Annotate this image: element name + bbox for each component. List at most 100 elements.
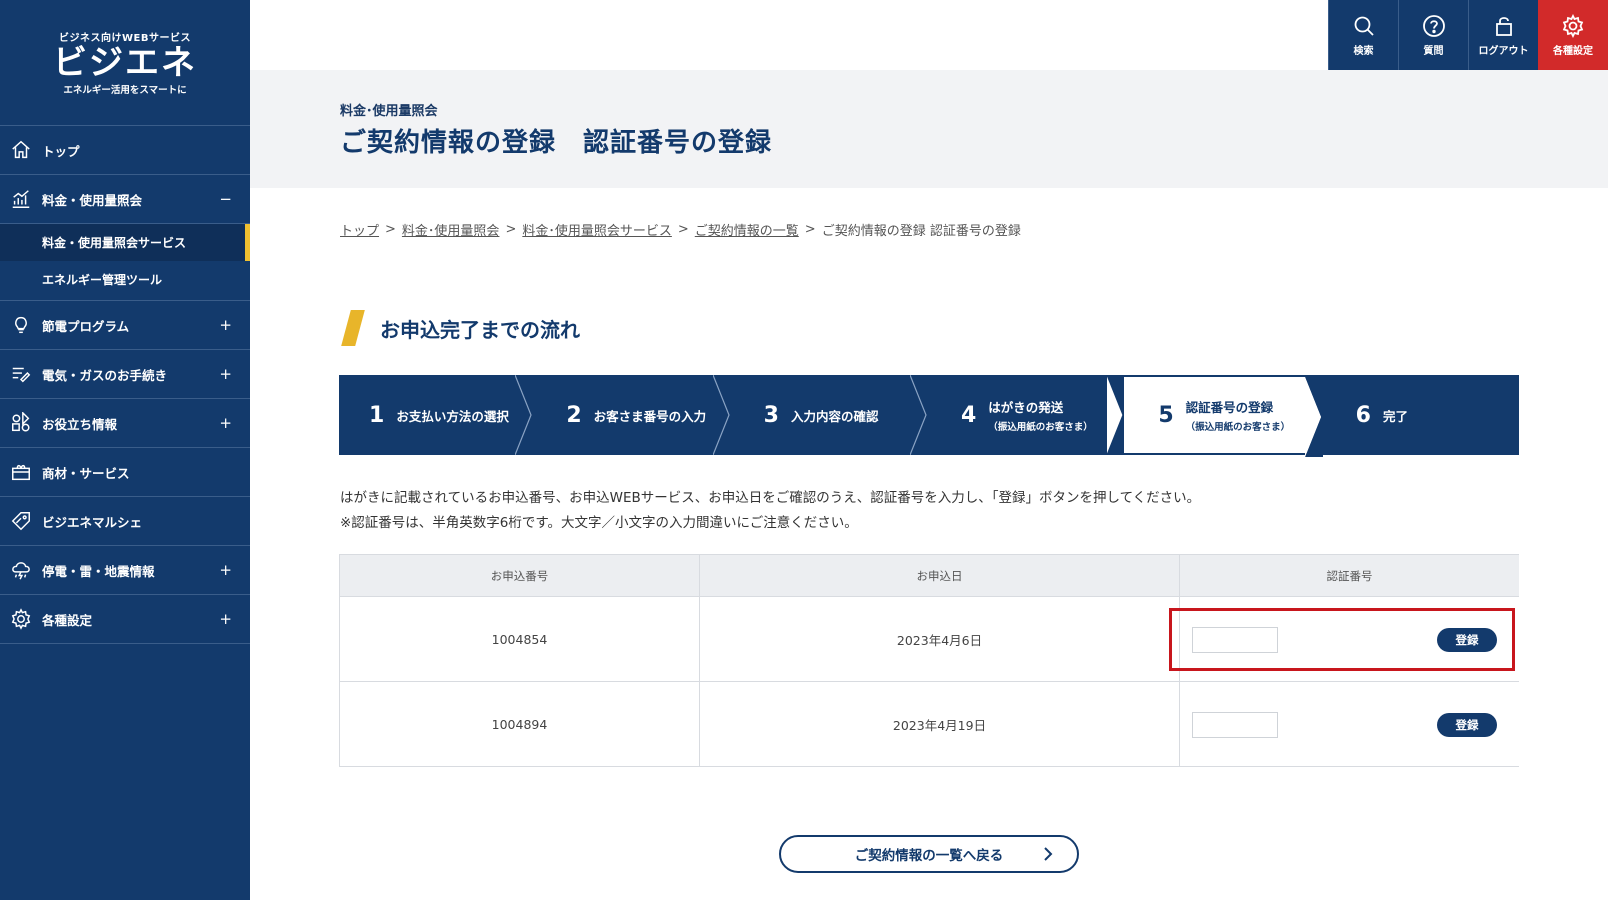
breadcrumb-separator: > — [804, 222, 816, 237]
expand-icon[interactable]: + — [219, 414, 232, 432]
logout-button-label: ログアウト — [1478, 45, 1529, 57]
page-header: 料金･使用量照会 ご契約情報の登録 認証番号の登録 — [250, 70, 1608, 188]
breadcrumb-link-top[interactable]: トップ — [340, 220, 379, 239]
breadcrumb-current: ご契約情報の登録 認証番号の登録 — [821, 224, 1021, 239]
logo-tagline-top: ビジネス向けWEBサービス — [59, 33, 191, 44]
step-label: 認証番号の登録 — [1185, 400, 1274, 415]
sidebar-subgroup-billing: 料金・使用量照会サービス エネルギー管理ツール — [0, 224, 250, 301]
auth-code-input[interactable] — [1192, 712, 1278, 738]
column-header-date: お申込日 — [699, 554, 1180, 597]
logout-button[interactable]: ログアウト — [1468, 0, 1538, 70]
section-heading: お申込完了までの流れ — [340, 310, 580, 346]
step-number: 4 — [960, 402, 977, 428]
sidebar-item-billing[interactable]: 料金・使用量照会 − — [0, 175, 250, 224]
instructions-line-2: ※認証番号は、半角英数字6桁です。大文字／小文字の入力間違いにご注意ください。 — [340, 515, 858, 531]
lock-icon — [1495, 16, 1512, 36]
step-number: 2 — [566, 402, 582, 428]
instructions: はがきに記載されているお申込番号、お申込WEBサービス、お申込日をご確認のうえ、… — [340, 486, 1200, 536]
column-header-auth: 認証番号 — [1179, 554, 1519, 597]
instructions-line-1: はがきに記載されているお申込番号、お申込WEBサービス、お申込日をご確認のうえ、… — [340, 490, 1201, 506]
step-number: 6 — [1355, 402, 1371, 428]
breadcrumb-link-contract-list[interactable]: ご契約情報の一覧 — [695, 220, 799, 239]
page-subtitle: 料金･使用量照会 — [340, 104, 438, 119]
search-button-label: 検索 — [1353, 45, 1374, 57]
step-divider — [1304, 377, 1323, 457]
grid-icon — [10, 412, 32, 434]
back-button-label: ご契約情報の一覧へ戻る — [854, 848, 1004, 864]
section-title: お申込完了までの流れ — [380, 317, 580, 342]
register-button[interactable]: 登録 — [1437, 713, 1497, 737]
sidebar-item-label: 停電・雷・地震情報 — [42, 563, 155, 579]
auth-table: お申込番号 お申込日 認証番号 1004854 2023年4月6日 登録 100… — [339, 554, 1519, 767]
settings-button-label: 各種設定 — [1553, 45, 1593, 57]
step-label: はがきの発送 — [988, 400, 1064, 415]
sidebar-item-useful-info[interactable]: お役立ち情報 + — [0, 399, 250, 448]
gear-icon — [10, 608, 32, 630]
search-icon — [1354, 16, 1374, 36]
step-5-current: 5 認証番号の登録 （振込用紙のお客さま） — [1124, 375, 1323, 457]
table-header-row: お申込番号 お申込日 認証番号 — [339, 554, 1519, 597]
step-2: 2 お客さま番号の入力 — [532, 374, 731, 456]
breadcrumb-separator: > — [677, 222, 689, 237]
step-3: 3 入力内容の確認 — [730, 374, 927, 456]
sidebar-subitem-billing-service[interactable]: 料金・使用量照会サービス — [0, 224, 250, 261]
column-header-app-no: お申込番号 — [339, 554, 700, 597]
expand-icon[interactable]: + — [219, 610, 232, 628]
step-number: 5 — [1158, 402, 1174, 428]
breadcrumb: トップ > 料金･使用量照会 > 料金･使用量照会サービス > ご契約情報の一覧… — [340, 220, 1021, 239]
collapse-icon[interactable]: − — [219, 190, 232, 208]
settings-button[interactable]: 各種設定 — [1538, 0, 1608, 70]
home-icon — [10, 139, 32, 161]
cell-date: 2023年4月6日 — [699, 596, 1180, 682]
sidebar-item-top[interactable]: トップ — [0, 126, 250, 175]
sidebar-item-label: トップ — [42, 143, 80, 159]
sidebar-item-label: 料金・使用量照会 — [42, 192, 143, 208]
step-label: 完了 — [1382, 408, 1408, 424]
question-button-label: 質問 — [1423, 45, 1444, 57]
cell-app-no: 1004894 — [339, 681, 700, 767]
logo-tagline-bottom: エネルギー活用をスマートに — [63, 85, 187, 96]
tag-icon — [10, 510, 32, 532]
step-4: 4 はがきの発送 （振込用紙のお客さま） — [927, 374, 1125, 456]
breadcrumb-separator: > — [385, 222, 396, 237]
bulb-icon — [10, 314, 32, 336]
table-row: 1004854 2023年4月6日 登録 — [339, 596, 1519, 682]
step-number: 1 — [369, 402, 385, 428]
sidebar-item-settings[interactable]: 各種設定 + — [0, 595, 250, 644]
progress-steps: 1 お支払い方法の選択 2 お客さま番号の入力 3 入力内容の確認 4 はがきの… — [339, 374, 1519, 457]
sidebar-item-procedures[interactable]: 電気・ガスのお手続き + — [0, 350, 250, 399]
sidebar-item-products[interactable]: 商材・サービス — [0, 448, 250, 497]
step-label: 入力内容の確認 — [790, 408, 879, 424]
register-button[interactable]: 登録 — [1437, 628, 1497, 652]
section-accent-bar — [341, 310, 365, 346]
sidebar-item-marche[interactable]: ビジエネマルシェ — [0, 497, 250, 546]
back-to-list-button[interactable]: ご契約情報の一覧へ戻る — [779, 835, 1079, 873]
step-label: お支払い方法の選択 — [396, 408, 509, 424]
step-1: 1 お支払い方法の選択 — [339, 374, 532, 456]
question-button[interactable]: 質問 — [1398, 0, 1468, 70]
expand-icon[interactable]: + — [219, 365, 232, 383]
sidebar-item-saving-program[interactable]: 節電プログラム + — [0, 301, 250, 350]
sidebar-subitem-energy-tool[interactable]: エネルギー管理ツール — [0, 261, 250, 298]
cell-auth: 登録 — [1179, 681, 1519, 767]
search-button[interactable]: 検索 — [1328, 0, 1398, 70]
step-divider — [712, 374, 731, 456]
breadcrumb-separator: > — [505, 222, 517, 237]
header-actions: 検索 質問 ログアウト 各種設定 — [1328, 0, 1608, 70]
expand-icon[interactable]: + — [219, 561, 232, 579]
sidebar-item-label: お役立ち情報 — [42, 416, 118, 432]
logo[interactable]: ビジネス向けWEBサービス ビジエネ エネルギー活用をスマートに — [0, 0, 250, 126]
sidebar-item-label: 各種設定 — [42, 612, 93, 628]
question-icon — [1422, 14, 1445, 37]
sidebar-item-label: 節電プログラム — [42, 318, 130, 334]
breadcrumb-link-billing[interactable]: 料金･使用量照会 — [402, 220, 500, 239]
step-divider — [1106, 374, 1125, 456]
breadcrumb-link-billing-service[interactable]: 料金･使用量照会サービス — [522, 220, 672, 239]
sidebar-item-outage-info[interactable]: 停電・雷・地震情報 + — [0, 546, 250, 595]
step-6: 6 完了 — [1322, 375, 1519, 455]
chevron-right-icon — [1041, 846, 1055, 862]
storm-icon — [10, 559, 32, 581]
expand-icon[interactable]: + — [219, 316, 232, 334]
auth-code-input[interactable] — [1192, 627, 1278, 653]
cell-auth: 登録 — [1179, 596, 1519, 682]
